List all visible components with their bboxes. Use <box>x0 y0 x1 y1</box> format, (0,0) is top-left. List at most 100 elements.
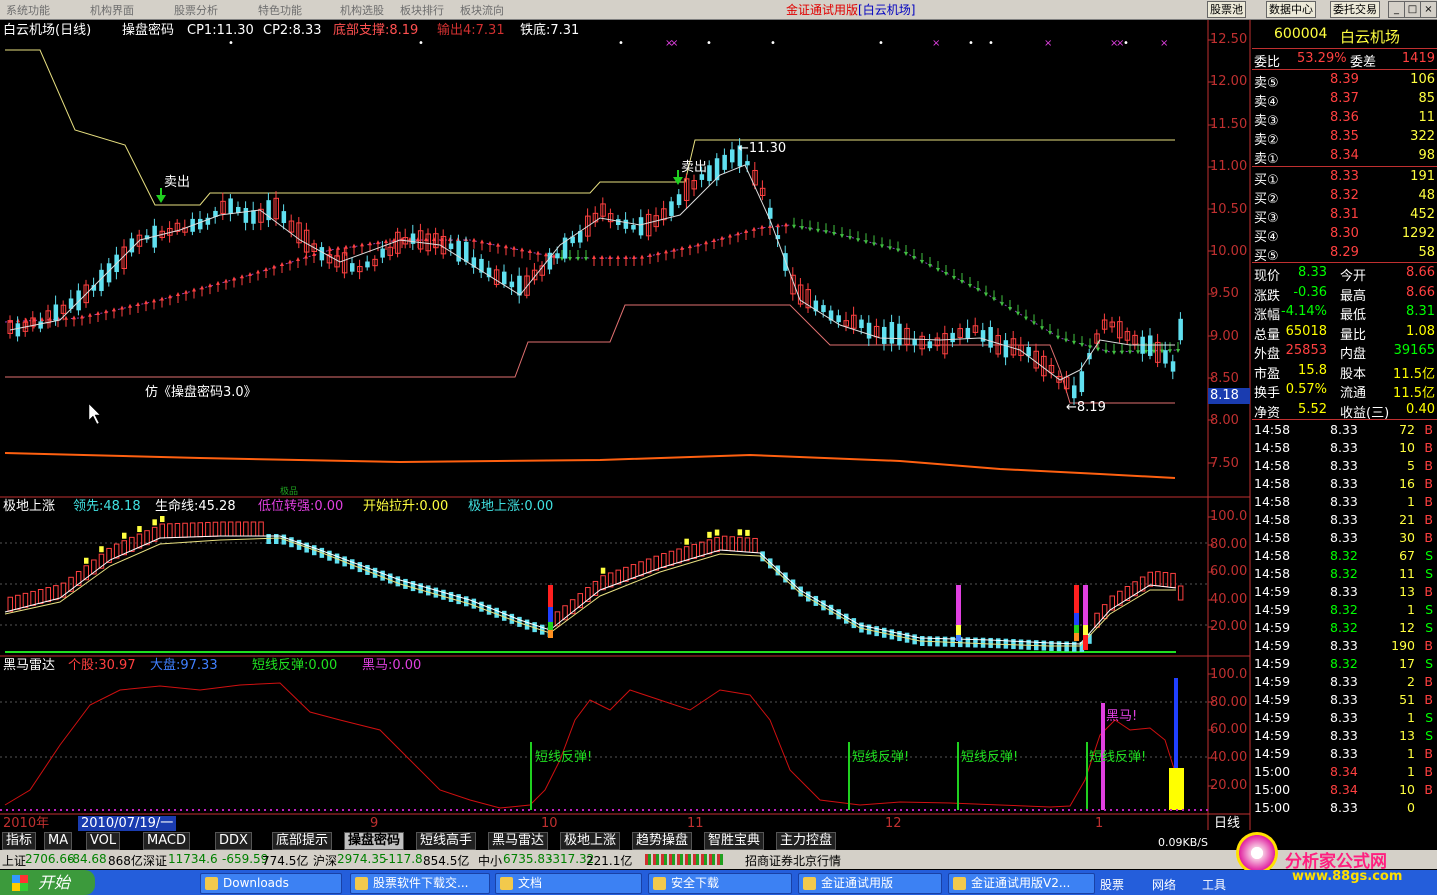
trade-tick-row: 14:59 8.32 17 S <box>1254 656 1433 671</box>
sub1-axis-label: 100.0 <box>1210 509 1248 524</box>
tab-5[interactable]: 底部提示 <box>272 832 333 850</box>
tab-0[interactable]: 指标 <box>2 832 37 850</box>
taskbar-item[interactable]: 股票软件下载交... <box>350 873 490 894</box>
ask-row: 卖⑤ 8.39 106 <box>1254 72 1435 91</box>
bid-row: 买④ 8.30 1292 <box>1254 226 1435 245</box>
trade-tick-row: 15:00 8.34 10 B <box>1254 782 1433 797</box>
price-axis-label: 11.00 <box>1210 159 1248 174</box>
tab-7[interactable]: 短线高手 <box>416 832 477 850</box>
price-axis-label: 10.00 <box>1210 244 1248 259</box>
trade-tick-row: 15:00 8.33 0 <box>1254 800 1415 815</box>
breadth-bar <box>645 854 725 865</box>
tab-3[interactable]: MACD <box>143 832 190 850</box>
tab-1[interactable]: MA <box>44 832 73 850</box>
trade-tick-row: 14:59 8.33 51 B <box>1254 692 1433 707</box>
price-axis-label: 8.50 <box>1210 371 1239 386</box>
menu-system[interactable]: 系统功能 <box>6 2 50 18</box>
watermark-url: www.88gs.com <box>1292 869 1403 884</box>
taskbar-item[interactable]: 金证通试用版V2... <box>948 873 1095 894</box>
kline-chart[interactable]: • • • ×× • • • × • • × ××• × <box>0 20 1252 831</box>
tab-10[interactable]: 趋势操盘 <box>632 832 693 850</box>
tray-network[interactable]: 网络 <box>1152 876 1176 893</box>
stat-row: 净资 5.52 收益(三) 0.40 <box>1254 401 1435 421</box>
stat-row: 外盘 25853 内盘 39165 <box>1254 343 1435 362</box>
trade-tick-row: 14:59 8.33 2 B <box>1254 674 1433 689</box>
ask-row: 卖① 8.34 98 <box>1254 148 1435 167</box>
tray-stock[interactable]: 股票 <box>1100 876 1124 893</box>
menu-sector-rank[interactable]: 板块排行 <box>400 2 444 18</box>
minimize-icon[interactable]: _ <box>1388 1 1405 18</box>
trade-button[interactable]: 委托交易 <box>1330 1 1380 18</box>
ask-row: 卖② 8.35 322 <box>1254 129 1435 148</box>
stat-row: 换手 0.57% 流通 11.5亿 <box>1254 382 1435 401</box>
trade-tick-row: 14:59 8.33 1 S <box>1254 710 1433 725</box>
bid-row: 买⑤ 8.29 58 <box>1254 245 1435 264</box>
stock-score: 个股:30.97 <box>68 658 136 673</box>
trade-tick-row: 14:58 8.33 10 B <box>1254 440 1433 455</box>
low-strong-value: 低位转强:0.00 <box>258 499 344 514</box>
stat-row: 现价 8.33 今开 8.66 <box>1254 265 1435 284</box>
hs-label: 沪深 <box>313 854 338 868</box>
month-label: 9 <box>370 816 379 831</box>
svg-text:•: • <box>770 38 776 49</box>
start-button[interactable]: 开始 <box>0 870 95 895</box>
hs-change: -117.8 <box>384 852 423 866</box>
ask-row: 卖④ 8.37 85 <box>1254 91 1435 110</box>
ask-row: 卖③ 8.36 11 <box>1254 110 1435 129</box>
svg-text:•: • <box>878 38 884 49</box>
high-marker: ←11.30 <box>738 141 787 156</box>
tab-9[interactable]: 极地上涨 <box>560 832 621 850</box>
stat-row: 市盈 15.8 股本 11.5亿 <box>1254 362 1435 382</box>
menu-sector-flow[interactable]: 板块流向 <box>460 2 504 18</box>
data-center-button[interactable]: 数据中心 <box>1266 1 1316 18</box>
tab-6[interactable]: 操盘密码 <box>344 832 405 850</box>
app-icon <box>355 877 368 890</box>
taskbar-item[interactable]: 文档 <box>495 873 642 894</box>
sub2-title: 黑马雷达 <box>3 658 56 673</box>
tray-tools[interactable]: 工具 <box>1202 876 1226 893</box>
imitation-label: 仿《操盘密码3.0》 <box>145 385 257 400</box>
lead-value: 领先:48.18 <box>73 499 141 514</box>
trade-tick-row: 14:58 8.32 67 S <box>1254 548 1433 563</box>
price-axis-label: 7.50 <box>1210 456 1239 471</box>
restore-icon[interactable]: □ <box>1404 1 1421 18</box>
stock-pool-button[interactable]: 股票池 <box>1207 1 1246 18</box>
app-icon <box>500 877 513 890</box>
app-icon <box>953 877 966 890</box>
market-score: 大盘:97.33 <box>150 658 218 673</box>
cursor-icon <box>88 403 101 425</box>
weibi-row: 委比 53.29% 委差 1419 <box>1254 51 1435 70</box>
sub2-axis-label: 60.00 <box>1210 722 1248 737</box>
iron-bottom-value: 铁底:7.31 <box>520 23 580 38</box>
tab-11[interactable]: 智胜宝典 <box>704 832 765 850</box>
taskbar-item[interactable]: 金证通试用版 <box>798 873 942 894</box>
menu-analysis[interactable]: 股票分析 <box>174 2 218 18</box>
output4-value: 输出4:7.31 <box>437 23 505 38</box>
tab-8[interactable]: 黑马雷达 <box>488 832 549 850</box>
zx-index: 6735.83 <box>503 852 553 866</box>
taskbar-item[interactable]: Downloads <box>200 873 342 894</box>
sell-label: 卖出 <box>164 175 191 190</box>
svg-text:•: • <box>228 38 234 49</box>
tab-12[interactable]: 主力控盘 <box>776 832 837 850</box>
menu-stock-select[interactable]: 机构选股 <box>340 2 384 18</box>
trade-tick-row: 14:58 8.33 16 B <box>1254 476 1433 491</box>
trade-tick-row: 14:58 8.33 1 B <box>1254 494 1433 509</box>
zx-label: 中小 <box>478 854 503 868</box>
period-label: 日线 <box>1214 816 1241 831</box>
current-price-tag: 8.18 <box>1210 388 1239 403</box>
dark-horse-value: 黑马:0.00 <box>362 658 422 673</box>
taskbar-item[interactable]: 安全下载 <box>648 873 792 894</box>
sub1-axis-label: 20.00 <box>1210 619 1248 634</box>
trade-tick-row: 14:58 8.33 30 B <box>1254 530 1433 545</box>
menu-institution[interactable]: 机构界面 <box>90 2 134 18</box>
indicator-tabs: 指标 MA VOL MACD DDX 底部提示 操盘密码 短线高手 黑马雷达 极地上涨 趋势操盘 智胜… <box>0 831 1210 850</box>
close-icon[interactable]: × <box>1420 1 1437 18</box>
price-axis-label: 12.00 <box>1210 74 1248 89</box>
month-label: 1 <box>1095 816 1104 831</box>
tab-2[interactable]: VOL <box>86 832 121 850</box>
menu-features[interactable]: 特色功能 <box>258 2 302 18</box>
tab-4[interactable]: DDX <box>215 832 252 850</box>
sell-label: 卖出 <box>681 160 708 175</box>
cp1-value: CP1:11.30 <box>187 23 254 38</box>
